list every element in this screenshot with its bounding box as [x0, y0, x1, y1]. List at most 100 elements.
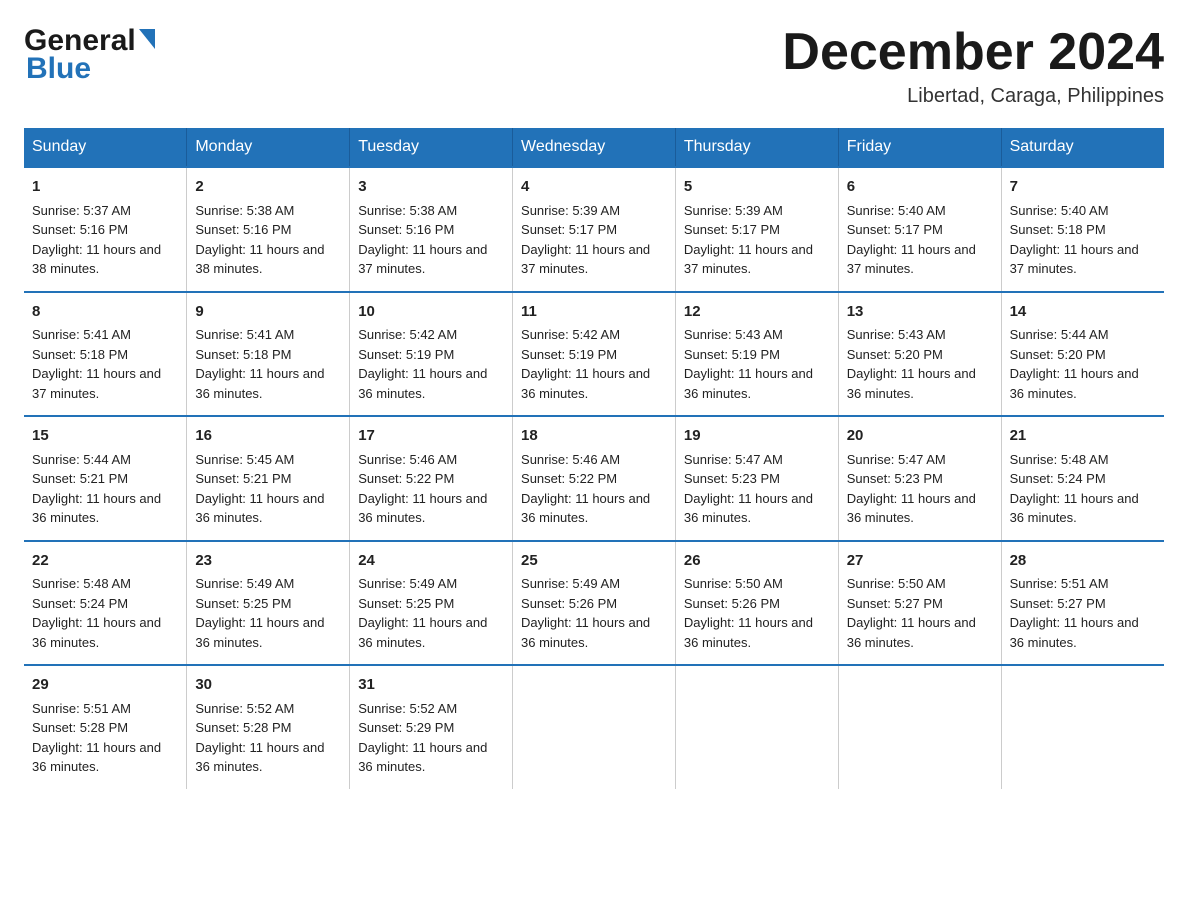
- calendar-cell: 12 Sunrise: 5:43 AMSunset: 5:19 PMDayligh…: [675, 292, 838, 417]
- day-number: 25: [521, 550, 667, 573]
- day-number: 12: [684, 301, 830, 324]
- weekday-header-wednesday: Wednesday: [513, 128, 676, 167]
- day-info: Sunrise: 5:49 AMSunset: 5:26 PMDaylight:…: [521, 576, 650, 650]
- day-number: 9: [195, 301, 341, 324]
- day-info: Sunrise: 5:49 AMSunset: 5:25 PMDaylight:…: [195, 576, 324, 650]
- day-number: 20: [847, 425, 993, 448]
- calendar-header: SundayMondayTuesdayWednesdayThursdayFrid…: [24, 128, 1164, 167]
- day-info: Sunrise: 5:49 AMSunset: 5:25 PMDaylight:…: [358, 576, 487, 650]
- day-info: Sunrise: 5:38 AMSunset: 5:16 PMDaylight:…: [195, 203, 324, 277]
- location-subtitle: Libertad, Caraga, Philippines: [782, 85, 1164, 108]
- day-info: Sunrise: 5:39 AMSunset: 5:17 PMDaylight:…: [684, 203, 813, 277]
- day-number: 16: [195, 425, 341, 448]
- logo: General Blue: [24, 24, 155, 86]
- day-info: Sunrise: 5:50 AMSunset: 5:26 PMDaylight:…: [684, 576, 813, 650]
- day-number: 2: [195, 176, 341, 199]
- day-number: 7: [1010, 176, 1156, 199]
- day-number: 26: [684, 550, 830, 573]
- day-number: 27: [847, 550, 993, 573]
- calendar-cell: 10 Sunrise: 5:42 AMSunset: 5:19 PMDayligh…: [350, 292, 513, 417]
- calendar-cell: 8 Sunrise: 5:41 AMSunset: 5:18 PMDaylight…: [24, 292, 187, 417]
- page-header: General Blue December 2024 Libertad, Car…: [24, 24, 1164, 108]
- day-number: 4: [521, 176, 667, 199]
- day-number: 21: [1010, 425, 1156, 448]
- calendar-cell: 9 Sunrise: 5:41 AMSunset: 5:18 PMDaylight…: [187, 292, 350, 417]
- calendar-cell: 7 Sunrise: 5:40 AMSunset: 5:18 PMDaylight…: [1001, 167, 1164, 292]
- weekday-header-friday: Friday: [838, 128, 1001, 167]
- calendar-week-row: 22 Sunrise: 5:48 AMSunset: 5:24 PMDayligh…: [24, 541, 1164, 666]
- day-info: Sunrise: 5:43 AMSunset: 5:19 PMDaylight:…: [684, 327, 813, 401]
- calendar-table: SundayMondayTuesdayWednesdayThursdayFrid…: [24, 128, 1164, 789]
- day-info: Sunrise: 5:46 AMSunset: 5:22 PMDaylight:…: [358, 452, 487, 526]
- calendar-cell: 24Sunrise: 5:49 AMSunset: 5:25 PMDayligh…: [350, 541, 513, 666]
- day-info: Sunrise: 5:46 AMSunset: 5:22 PMDaylight:…: [521, 452, 650, 526]
- day-info: Sunrise: 5:37 AMSunset: 5:16 PMDaylight:…: [32, 203, 161, 277]
- calendar-cell: 26 Sunrise: 5:50 AMSunset: 5:26 PMDayligh…: [675, 541, 838, 666]
- weekday-header-monday: Monday: [187, 128, 350, 167]
- title-block: December 2024 Libertad, Caraga, Philippi…: [782, 24, 1164, 108]
- calendar-cell: [838, 665, 1001, 789]
- month-title: December 2024: [782, 24, 1164, 81]
- calendar-cell: 29Sunrise: 5:51 AMSunset: 5:28 PMDayligh…: [24, 665, 187, 789]
- calendar-cell: 19 Sunrise: 5:47 AMSunset: 5:23 PMDayligh…: [675, 416, 838, 541]
- calendar-cell: 6 Sunrise: 5:40 AMSunset: 5:17 PMDaylight…: [838, 167, 1001, 292]
- day-info: Sunrise: 5:52 AMSunset: 5:28 PMDaylight:…: [195, 701, 324, 775]
- day-number: 1: [32, 176, 178, 199]
- day-number: 13: [847, 301, 993, 324]
- day-info: Sunrise: 5:51 AMSunset: 5:27 PMDaylight:…: [1010, 576, 1139, 650]
- day-number: 3: [358, 176, 504, 199]
- calendar-cell: [513, 665, 676, 789]
- calendar-cell: 28Sunrise: 5:51 AMSunset: 5:27 PMDayligh…: [1001, 541, 1164, 666]
- day-number: 10: [358, 301, 504, 324]
- calendar-cell: 13 Sunrise: 5:43 AMSunset: 5:20 PMDayligh…: [838, 292, 1001, 417]
- calendar-cell: 30 Sunrise: 5:52 AMSunset: 5:28 PMDayligh…: [187, 665, 350, 789]
- day-number: 18: [521, 425, 667, 448]
- weekday-header-saturday: Saturday: [1001, 128, 1164, 167]
- day-number: 15: [32, 425, 178, 448]
- day-info: Sunrise: 5:41 AMSunset: 5:18 PMDaylight:…: [195, 327, 324, 401]
- calendar-cell: 5Sunrise: 5:39 AMSunset: 5:17 PMDaylight…: [675, 167, 838, 292]
- calendar-cell: [675, 665, 838, 789]
- weekday-header-tuesday: Tuesday: [350, 128, 513, 167]
- day-number: 22: [32, 550, 178, 573]
- day-number: 31: [358, 674, 504, 697]
- weekday-header-thursday: Thursday: [675, 128, 838, 167]
- day-number: 8: [32, 301, 178, 324]
- calendar-cell: 1 Sunrise: 5:37 AMSunset: 5:16 PMDaylight…: [24, 167, 187, 292]
- day-info: Sunrise: 5:47 AMSunset: 5:23 PMDaylight:…: [847, 452, 976, 526]
- day-number: 14: [1010, 301, 1156, 324]
- calendar-cell: 14 Sunrise: 5:44 AMSunset: 5:20 PMDayligh…: [1001, 292, 1164, 417]
- day-info: Sunrise: 5:52 AMSunset: 5:29 PMDaylight:…: [358, 701, 487, 775]
- day-info: Sunrise: 5:41 AMSunset: 5:18 PMDaylight:…: [32, 327, 161, 401]
- calendar-week-row: 1 Sunrise: 5:37 AMSunset: 5:16 PMDaylight…: [24, 167, 1164, 292]
- calendar-cell: 3 Sunrise: 5:38 AMSunset: 5:16 PMDaylight…: [350, 167, 513, 292]
- calendar-cell: 17Sunrise: 5:46 AMSunset: 5:22 PMDayligh…: [350, 416, 513, 541]
- day-info: Sunrise: 5:47 AMSunset: 5:23 PMDaylight:…: [684, 452, 813, 526]
- calendar-cell: 15Sunrise: 5:44 AMSunset: 5:21 PMDayligh…: [24, 416, 187, 541]
- calendar-cell: 25 Sunrise: 5:49 AMSunset: 5:26 PMDayligh…: [513, 541, 676, 666]
- calendar-cell: 18 Sunrise: 5:46 AMSunset: 5:22 PMDayligh…: [513, 416, 676, 541]
- day-info: Sunrise: 5:42 AMSunset: 5:19 PMDaylight:…: [358, 327, 487, 401]
- day-info: Sunrise: 5:43 AMSunset: 5:20 PMDaylight:…: [847, 327, 976, 401]
- day-number: 11: [521, 301, 667, 324]
- day-info: Sunrise: 5:48 AMSunset: 5:24 PMDaylight:…: [1010, 452, 1139, 526]
- calendar-cell: 31 Sunrise: 5:52 AMSunset: 5:29 PMDayligh…: [350, 665, 513, 789]
- day-info: Sunrise: 5:38 AMSunset: 5:16 PMDaylight:…: [358, 203, 487, 277]
- day-number: 6: [847, 176, 993, 199]
- day-info: Sunrise: 5:40 AMSunset: 5:18 PMDaylight:…: [1010, 203, 1139, 277]
- calendar-cell: 11Sunrise: 5:42 AMSunset: 5:19 PMDayligh…: [513, 292, 676, 417]
- day-info: Sunrise: 5:40 AMSunset: 5:17 PMDaylight:…: [847, 203, 976, 277]
- calendar-cell: 23 Sunrise: 5:49 AMSunset: 5:25 PMDayligh…: [187, 541, 350, 666]
- calendar-week-row: 8 Sunrise: 5:41 AMSunset: 5:18 PMDaylight…: [24, 292, 1164, 417]
- calendar-week-row: 29Sunrise: 5:51 AMSunset: 5:28 PMDayligh…: [24, 665, 1164, 789]
- day-number: 23: [195, 550, 341, 573]
- day-number: 30: [195, 674, 341, 697]
- day-number: 19: [684, 425, 830, 448]
- calendar-cell: 20 Sunrise: 5:47 AMSunset: 5:23 PMDayligh…: [838, 416, 1001, 541]
- day-info: Sunrise: 5:50 AMSunset: 5:27 PMDaylight:…: [847, 576, 976, 650]
- day-info: Sunrise: 5:44 AMSunset: 5:20 PMDaylight:…: [1010, 327, 1139, 401]
- logo-arrow-icon: [139, 29, 155, 49]
- day-info: Sunrise: 5:48 AMSunset: 5:24 PMDaylight:…: [32, 576, 161, 650]
- logo-blue-text: Blue: [24, 52, 91, 86]
- calendar-cell: 27 Sunrise: 5:50 AMSunset: 5:27 PMDayligh…: [838, 541, 1001, 666]
